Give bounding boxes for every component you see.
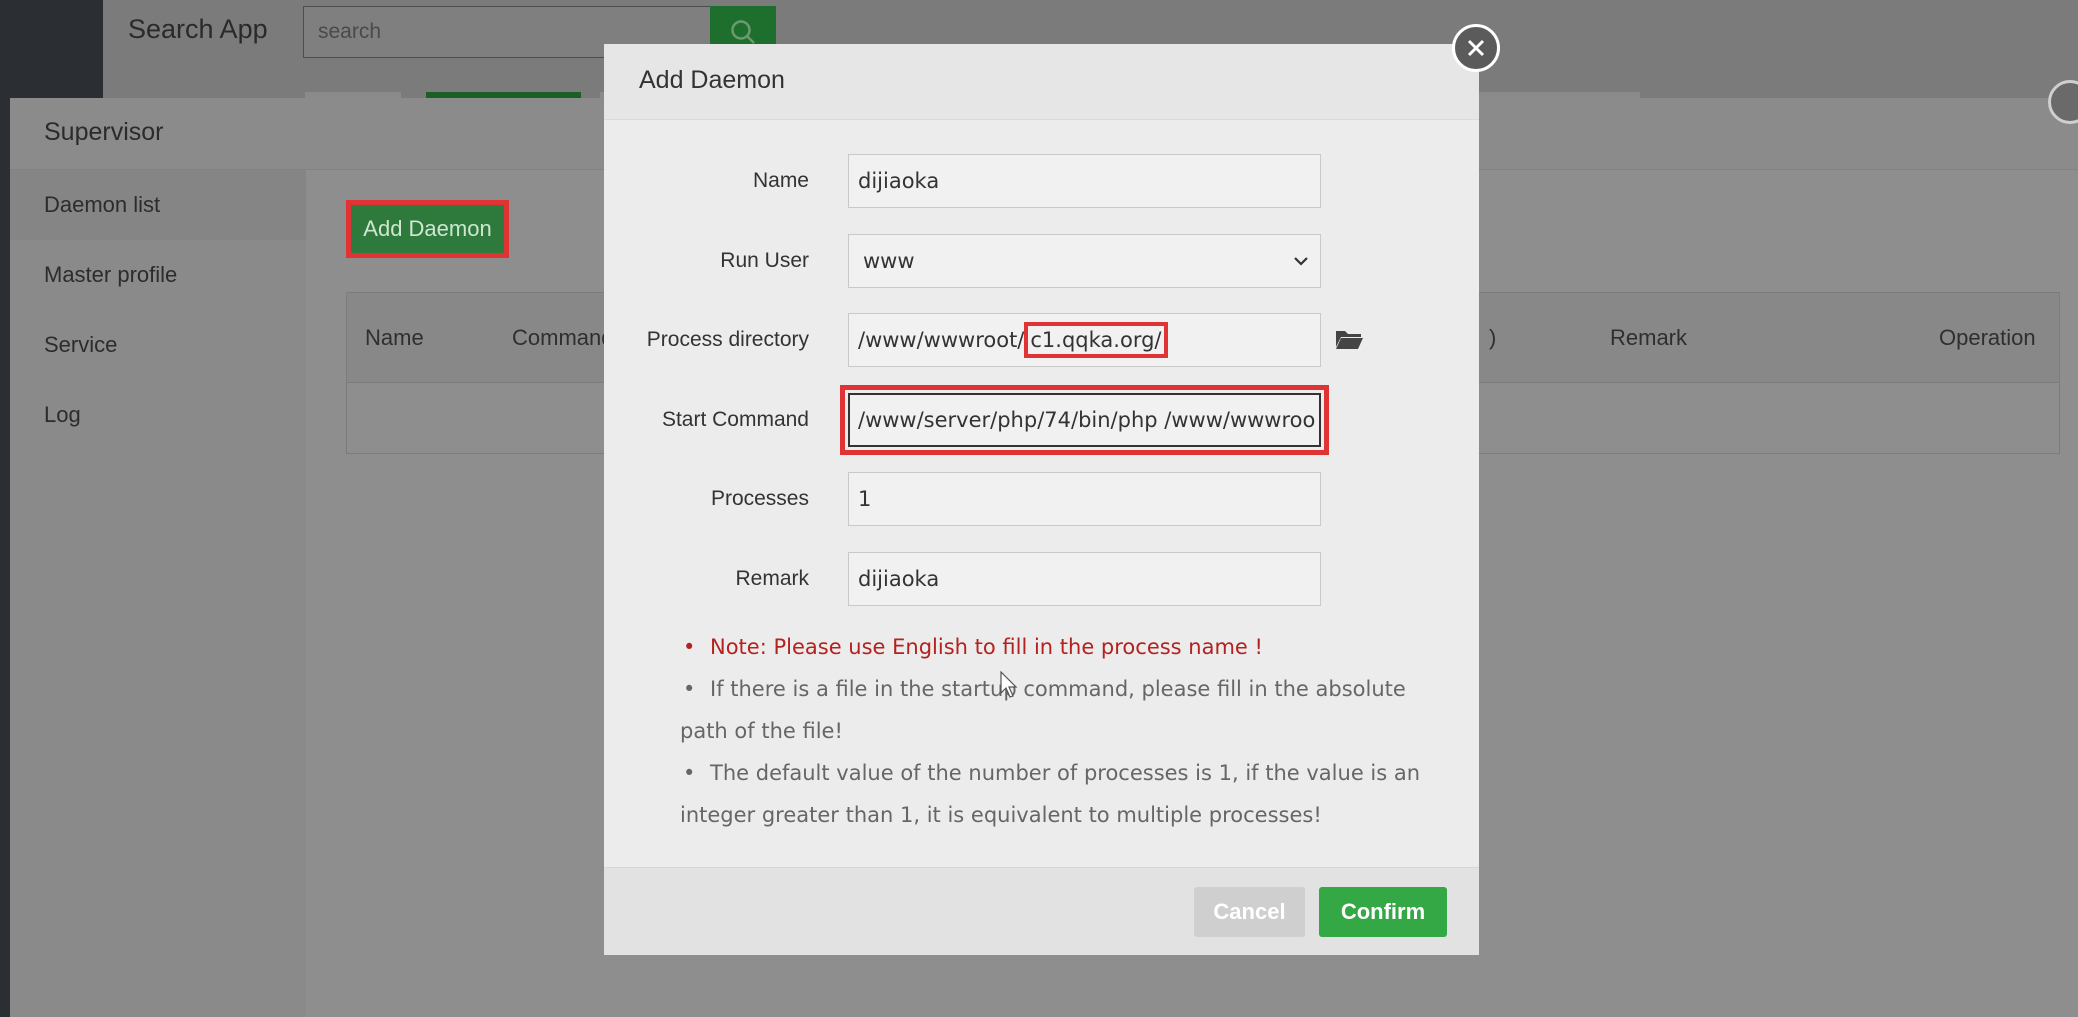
note-item: • Note: Please use English to fill in the…	[680, 626, 1460, 668]
processes-row: Processes	[604, 472, 1479, 526]
supervisor-title: Supervisor	[44, 118, 164, 146]
sidebar-item-master-profile[interactable]: Master profile	[10, 240, 306, 310]
note-text: If there is a file in the startup comman…	[680, 677, 1406, 743]
name-label: Name	[752, 169, 809, 192]
note-text: Note: Please use English to fill in the …	[710, 635, 1263, 659]
run-user-value: www	[863, 249, 915, 273]
dialog-footer: Cancel Confirm	[604, 867, 1479, 955]
mouse-cursor-icon	[1000, 671, 1018, 698]
run-user-row: Run User www	[604, 234, 1479, 288]
search-icon	[731, 20, 755, 44]
start-command-label: Start Command	[661, 408, 809, 431]
cancel-button[interactable]: Cancel	[1194, 887, 1305, 937]
highlighted-domain: c1.qqka.org/	[1024, 322, 1168, 358]
bullet: •	[683, 677, 696, 701]
bullet: •	[683, 635, 696, 659]
dialog-title: Add Daemon	[639, 66, 785, 94]
name-input[interactable]	[848, 154, 1321, 208]
column-header-partial: )	[1489, 325, 1497, 350]
processes-input[interactable]	[848, 472, 1321, 526]
run-user-select[interactable]: www	[848, 234, 1321, 288]
close-icon[interactable]	[1452, 24, 1500, 72]
app-title: Search App	[128, 14, 268, 44]
sidebar-item-daemon-list[interactable]: Daemon list	[10, 170, 306, 240]
column-header-remark[interactable]: Remark	[1610, 325, 1687, 351]
remark-row: Remark	[604, 552, 1479, 606]
note-item: • The default value of the number of proc…	[680, 752, 1460, 836]
sidebar-item-service[interactable]: Service	[10, 310, 306, 380]
process-directory-row: Process directory /www/wwwroot/c1.qqka.o…	[604, 313, 1479, 367]
column-header-operation[interactable]: Operation	[1939, 325, 2036, 351]
start-command-input[interactable]	[848, 393, 1321, 447]
processes-label: Processes	[710, 487, 809, 510]
notes-list: • Note: Please use English to fill in the…	[680, 626, 1460, 836]
remark-label: Remark	[735, 567, 809, 590]
folder-icon[interactable]	[1334, 327, 1364, 351]
column-header-name[interactable]: Name	[365, 325, 424, 351]
run-user-label: Run User	[720, 249, 809, 272]
add-daemon-button[interactable]: Add Daemon	[346, 200, 509, 258]
note-item: • If there is a file in the startup comma…	[680, 668, 1460, 752]
process-directory-label: Process directory	[646, 328, 809, 351]
supervisor-sidebar: Daemon list Master profile Service Log	[10, 170, 306, 1017]
note-text: The default value of the number of proce…	[680, 761, 1421, 827]
add-daemon-dialog: Add Daemon Name Run User www Process dir…	[604, 44, 1479, 955]
column-header-command[interactable]: Command	[512, 325, 613, 351]
dialog-header: Add Daemon	[604, 44, 1479, 120]
process-directory-input[interactable]: /www/wwwroot/c1.qqka.org/	[848, 313, 1321, 367]
confirm-button[interactable]: Confirm	[1319, 887, 1447, 937]
process-directory-prefix: /www/wwwroot/	[858, 328, 1025, 352]
chevron-down-icon	[1294, 257, 1308, 266]
start-command-row: Start Command	[604, 385, 1479, 455]
remark-input[interactable]	[848, 552, 1321, 606]
name-row: Name	[604, 154, 1479, 208]
sidebar-item-log[interactable]: Log	[10, 380, 306, 450]
bullet: •	[683, 761, 696, 785]
